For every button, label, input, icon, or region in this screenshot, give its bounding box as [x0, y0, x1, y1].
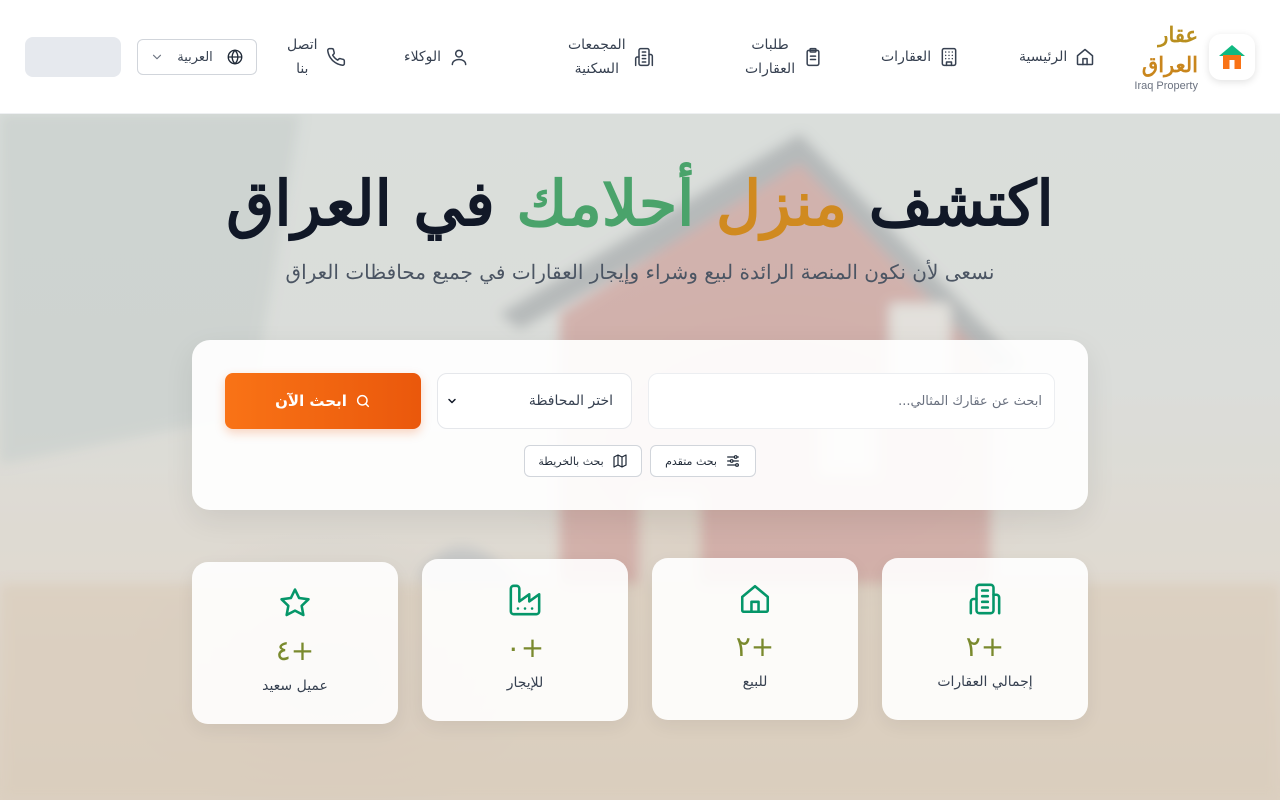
stat-label: إجمالي العقارات	[937, 674, 1033, 690]
phone-icon	[326, 47, 345, 66]
search-input[interactable]	[648, 373, 1055, 429]
user-icon	[451, 49, 467, 66]
stat-card-for-sale: +٢ للبيع	[652, 558, 858, 720]
stat-icon-wrap	[652, 582, 858, 616]
stat-label: للإيجار	[506, 675, 544, 691]
hero-subtitle: نسعى لأن نكون المنصة الرائدة لبيع وشراء …	[285, 260, 995, 284]
house-icon	[740, 584, 770, 614]
stat-value: +٤	[275, 634, 315, 667]
nav-home[interactable]: الرئيسية	[1019, 45, 1095, 69]
stat-icon-wrap	[882, 582, 1088, 616]
stat-card-happy-clients: +٤ عميل سعيد	[192, 562, 398, 724]
nav-home-label: الرئيسية	[1019, 49, 1068, 65]
hero-title-word-in-iraq: في العراق	[226, 167, 495, 240]
stat-icon-wrap	[192, 586, 398, 620]
stat-value: +٢	[735, 630, 775, 663]
hero-section: اكتشف منزل أحلامك في العراق نسعى لأن نكو…	[0, 114, 1280, 800]
hero-title-word-home: منزل	[715, 167, 848, 240]
home-logo-icon	[1219, 45, 1245, 69]
brand-name-line1: عقار	[1158, 22, 1198, 47]
brand-name-arabic: عقار العراق	[1120, 20, 1198, 80]
hero-title: اكتشف منزل أحلامك في العراق	[0, 164, 1280, 244]
map-icon	[613, 454, 627, 468]
star-icon	[280, 588, 310, 617]
chevron-down-icon	[152, 54, 162, 60]
logo[interactable]	[1209, 34, 1255, 80]
governorate-select[interactable]: اختر المحافظة	[437, 373, 632, 429]
clipboard-icon	[806, 47, 820, 67]
globe-icon	[227, 49, 243, 65]
language-select-value: العربية	[177, 49, 213, 65]
hero-title-word-discover: اكتشف	[868, 167, 1054, 240]
brand-name-english: Iraq Property	[1134, 80, 1198, 92]
nav-contact[interactable]: اتصل بنا	[287, 33, 346, 81]
nav-contact-label: اتصل بنا	[287, 33, 318, 81]
stat-card-total-properties: +٢ إجمالي العقارات	[882, 558, 1088, 720]
stat-label: للبيع	[742, 674, 768, 690]
chevron-down-icon	[448, 398, 456, 404]
apartments-icon	[634, 47, 653, 67]
stat-value: +٢	[965, 630, 1005, 663]
search-button[interactable]: ابحث الآن	[225, 373, 421, 429]
site-header: عقار العراق Iraq Property الرئيسية العقا…	[0, 0, 1280, 114]
nav-property-requests-line1: طلبات	[751, 37, 789, 53]
brand-name-line2: العراق	[1141, 52, 1198, 77]
nav-residential-complexes-label: المجمعات السكنية	[568, 33, 626, 81]
advanced-search-label: بحث متقدم	[665, 454, 717, 468]
stat-card-for-rent: +٠ للإيجار	[422, 559, 628, 721]
house-icon	[1076, 48, 1094, 66]
brand-name[interactable]: عقار العراق Iraq Property	[1120, 20, 1198, 92]
nav-residential-complexes[interactable]: المجمعات السكنية	[568, 33, 654, 81]
search-card: اختر المحافظة ابحث الآن بحث متقدم	[192, 340, 1088, 510]
map-search-label: بحث بالخريطة	[538, 454, 604, 468]
nav-properties-label: العقارات	[881, 49, 932, 65]
nav-contact-line1: اتصل	[287, 37, 318, 53]
account-button-placeholder[interactable]	[25, 37, 121, 77]
map-search-button[interactable]: بحث بالخريطة	[524, 445, 642, 477]
search-icon	[356, 394, 369, 408]
language-select[interactable]: العربية	[137, 39, 257, 75]
stat-icon-wrap	[422, 583, 628, 617]
hero-title-word-dreams: أحلامك	[516, 167, 695, 240]
nav-residential-complexes-line2: السكنية	[574, 61, 619, 77]
sliders-icon	[726, 455, 739, 467]
nav-properties[interactable]: العقارات	[881, 45, 959, 69]
nav-property-requests-label: طلبات العقارات	[745, 33, 795, 81]
stat-label: عميل سعيد	[262, 678, 328, 694]
factory-icon	[509, 584, 541, 616]
building-icon	[941, 47, 957, 67]
governorate-select-value: اختر المحافظة	[528, 393, 613, 409]
nav-property-requests-line2: العقارات	[745, 61, 796, 77]
building-icon	[969, 583, 1001, 615]
nav-contact-line2: بنا	[296, 61, 309, 77]
search-button-label: ابحث الآن	[275, 392, 347, 410]
nav-agents-label: الوكلاء	[404, 49, 441, 65]
advanced-search-button[interactable]: بحث متقدم	[650, 445, 756, 477]
nav-property-requests[interactable]: طلبات العقارات	[745, 33, 823, 81]
nav-residential-complexes-line1: المجمعات	[568, 37, 626, 53]
nav-agents[interactable]: الوكلاء	[404, 45, 469, 69]
stat-value: +٠	[505, 631, 545, 664]
